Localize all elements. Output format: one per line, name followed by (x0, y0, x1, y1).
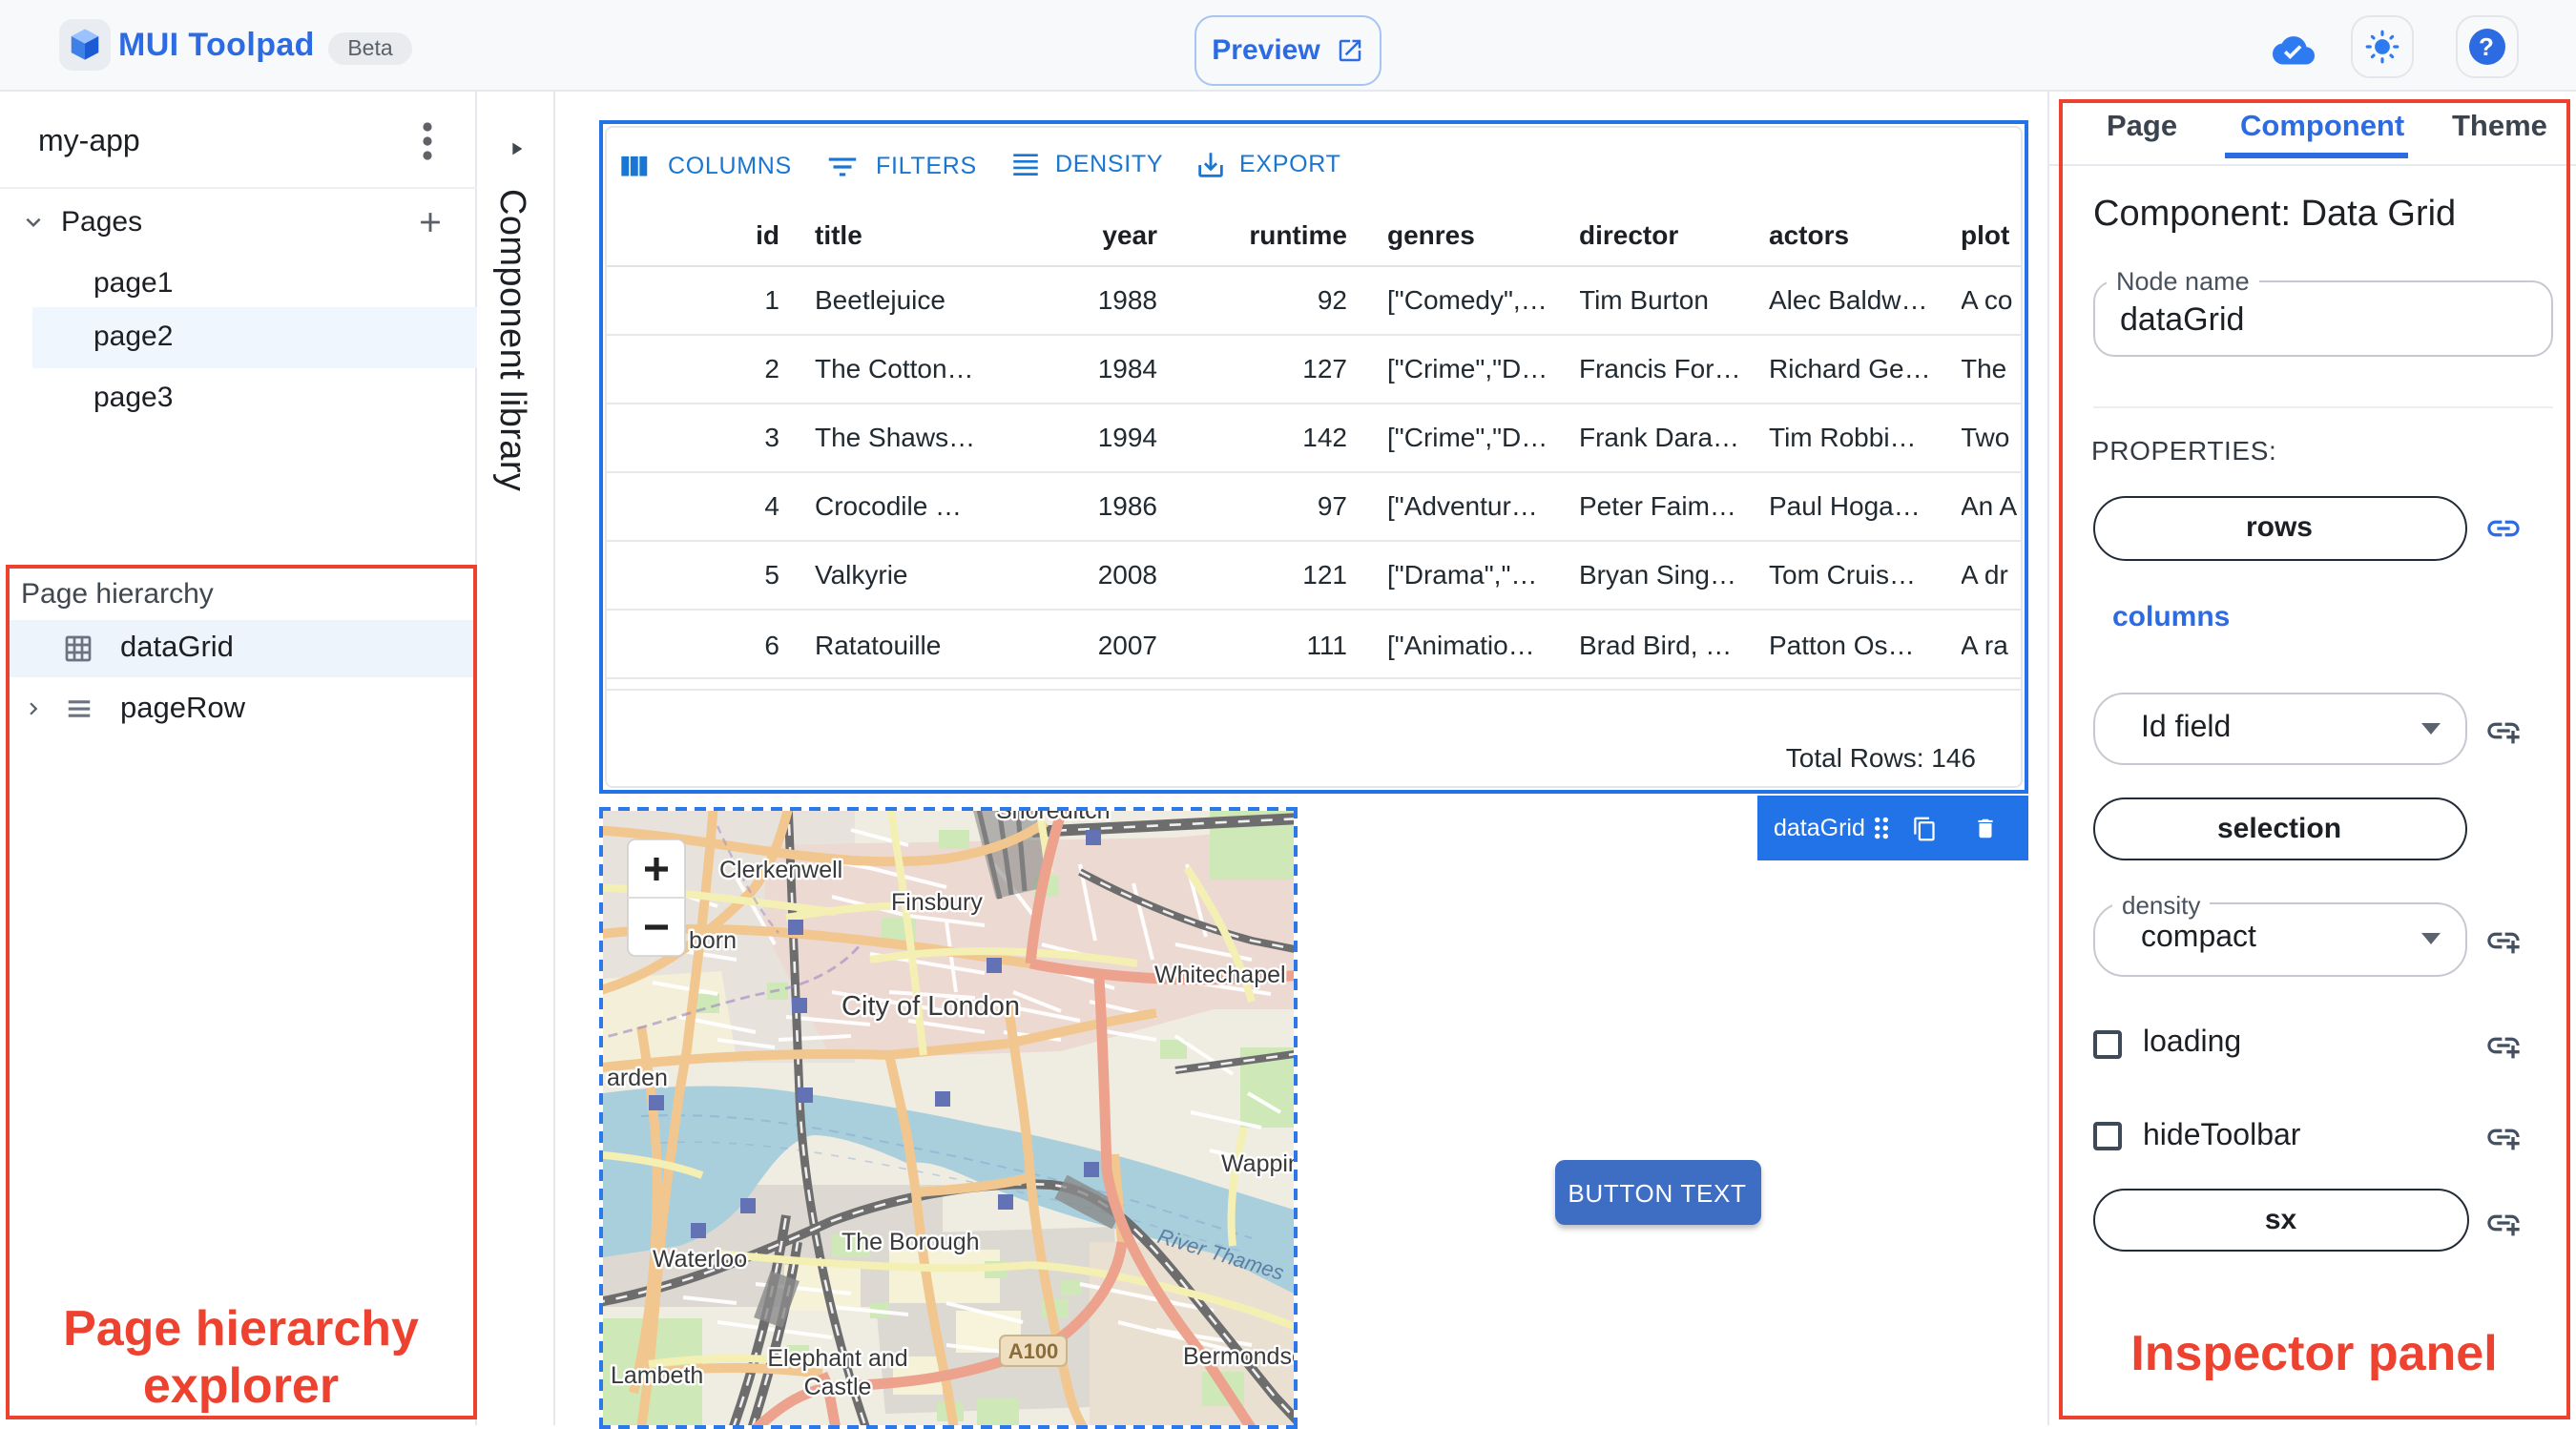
svg-text:Bermondse: Bermondse (1182, 1343, 1293, 1370)
svg-text:Castle: Castle (803, 1374, 871, 1400)
svg-text:The Borough: The Borough (841, 1229, 979, 1255)
svg-text:Clerkenwell: Clerkenwell (718, 857, 841, 883)
svg-text:Waterloo: Waterloo (652, 1246, 746, 1273)
svg-text:Shoreditch: Shoreditch (995, 811, 1110, 824)
svg-text:born: born (688, 927, 736, 954)
svg-text:Wapping: Wapping (1220, 1150, 1293, 1177)
svg-text:City of London: City of London (841, 991, 1019, 1022)
svg-text:arden: arden (606, 1065, 667, 1091)
svg-text:Lambeth: Lambeth (610, 1362, 702, 1389)
svg-text:Elephant and: Elephant and (766, 1345, 906, 1372)
svg-text:A100: A100 (1008, 1339, 1058, 1363)
svg-text:Finsbury: Finsbury (890, 889, 982, 916)
svg-text:Whitechapel: Whitechapel (1153, 962, 1285, 988)
